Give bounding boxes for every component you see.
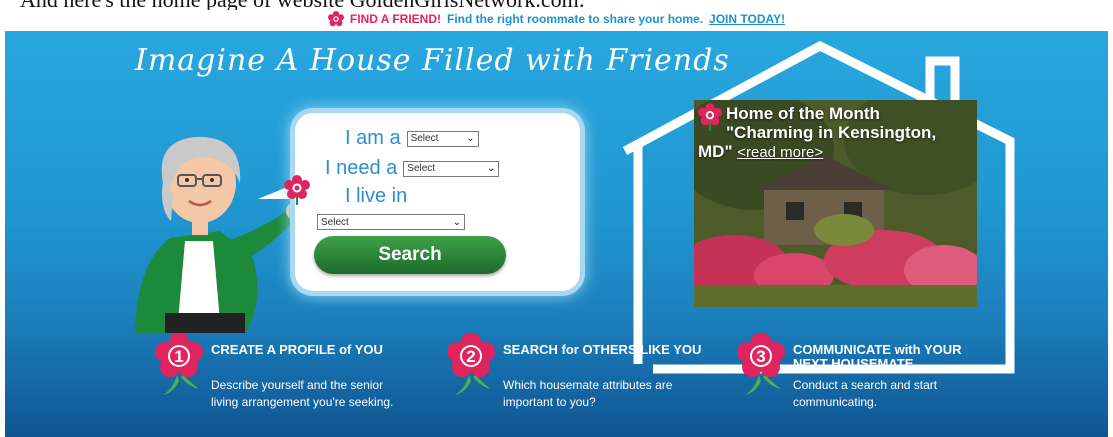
step-2-description: Which housemate attributes are important… [503, 378, 673, 409]
home-of-month-caption: Home of the Month "Charming in Kensingto… [698, 104, 976, 162]
hero-banner: Imagine A House Filled with Friends I am… [5, 31, 1108, 437]
i-need-label: I need a [325, 157, 398, 179]
home-of-month-photo[interactable]: Home of the Month "Charming in Kensingto… [694, 100, 977, 307]
search-button[interactable]: Search [314, 236, 506, 274]
location-select-value: Select [321, 216, 349, 228]
woman-illustration [135, 136, 304, 333]
i-am-label: I am a [345, 127, 401, 149]
step-3-number: 3 [756, 347, 766, 366]
home-of-month-title: Home of the Month [726, 104, 880, 123]
step-3-description: Conduct a search and start communicating… [793, 378, 938, 409]
step-3: 3 COMMUNICATE with YOUR NEXT HOUSEMATE C… [735, 333, 995, 433]
home-of-month-location: MD" [698, 142, 733, 161]
dropdown-chevron-icon: ⌄ [486, 163, 496, 174]
top-promo-bar: FIND A FRIEND! Find the right roommate t… [0, 8, 1113, 30]
home-of-month-subtitle: "Charming in Kensington, [726, 123, 937, 142]
i-am-select[interactable]: Select ⌄ [406, 130, 479, 147]
i-need-select-value: Select [407, 163, 436, 174]
i-am-row: I am a Select ⌄ [345, 127, 479, 150]
i-live-label: I live in [345, 185, 408, 207]
i-live-row: I live in [345, 185, 407, 208]
flower-icon [284, 175, 310, 205]
number-one-flower-icon [155, 333, 203, 395]
join-today-link[interactable]: JOIN TODAY! [709, 12, 785, 26]
step-2-number: 2 [466, 347, 476, 366]
step-1-description: Describe yourself and the senior living … [211, 378, 394, 409]
read-more-link[interactable]: <read more> [737, 144, 823, 161]
number-three-flower-icon [737, 333, 785, 395]
hero-headline: Imagine A House Filled with Friends [135, 43, 730, 78]
step-3-title: COMMUNICATE with YOUR NEXT HOUSEMATE [793, 342, 962, 371]
location-select[interactable]: Select ⌄ [317, 214, 465, 230]
step-1-number: 1 [174, 347, 184, 366]
i-need-select[interactable]: Select ⌄ [403, 160, 500, 177]
step-1-title: CREATE A PROFILE of YOU [211, 342, 383, 357]
flower-icon [327, 11, 344, 27]
step-2: 2 SEARCH for OTHERS LIKE YOU Which house… [445, 333, 705, 433]
i-need-row: I need a Select ⌄ [325, 157, 500, 180]
dropdown-chevron-icon: ⌄ [452, 216, 461, 228]
promo-tagline: Find the right roommate to share your ho… [447, 12, 704, 26]
step-2-title: SEARCH for OTHERS LIKE YOU [503, 342, 702, 357]
dropdown-chevron-icon: ⌄ [466, 133, 475, 144]
find-a-friend-label: FIND A FRIEND! [349, 12, 442, 26]
i-am-select-value: Select [410, 133, 439, 144]
number-two-flower-icon [447, 333, 495, 395]
step-1: 1 CREATE A PROFILE of YOU Describe yours… [153, 333, 413, 433]
